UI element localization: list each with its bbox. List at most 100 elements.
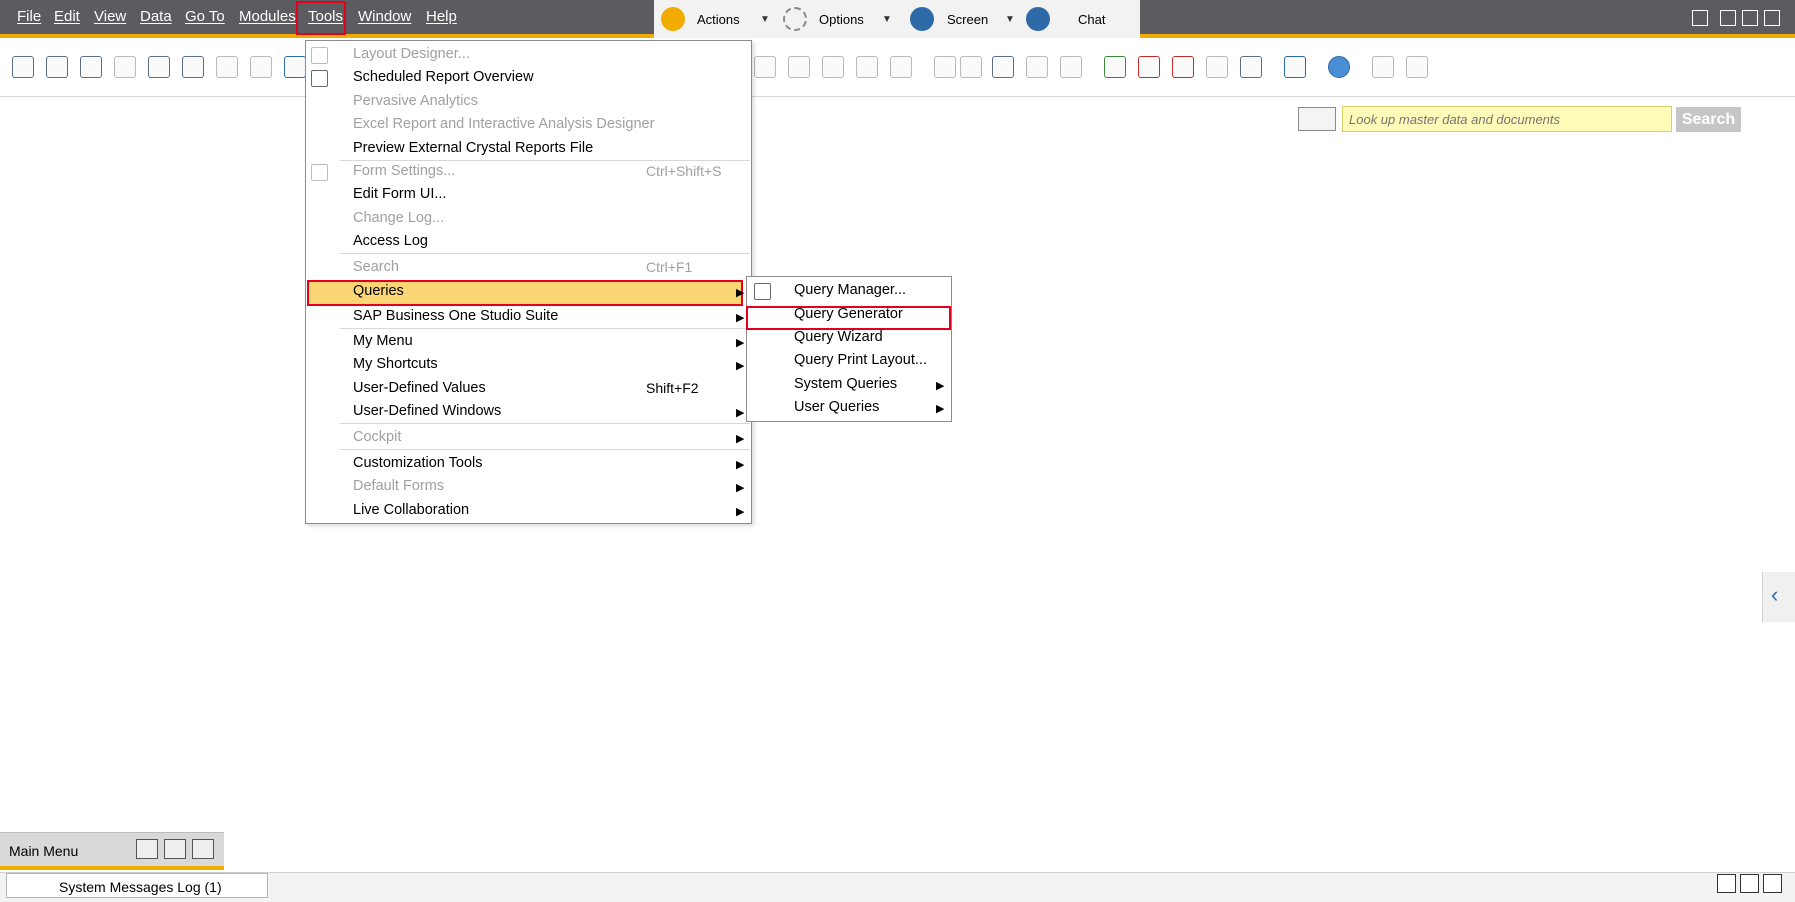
statusbar-restore-icon[interactable] bbox=[1717, 874, 1736, 893]
menu-item-pervasive-analytics[interactable]: Pervasive Analytics bbox=[353, 93, 478, 109]
main-menu-restore-icon[interactable] bbox=[136, 839, 158, 859]
actions-dropdown-caret-icon[interactable]: ▼ bbox=[760, 14, 770, 25]
submenu-item-query-print-layout[interactable]: Query Print Layout... bbox=[794, 352, 927, 368]
pdf-export-icon[interactable] bbox=[250, 56, 272, 78]
main-menu-title[interactable]: Main Menu bbox=[9, 843, 78, 859]
statusbar-maximize-icon[interactable] bbox=[1740, 874, 1759, 893]
menu-separator bbox=[340, 160, 750, 161]
sort-icon[interactable] bbox=[1692, 10, 1708, 26]
toolbar-icon-d[interactable] bbox=[856, 56, 878, 78]
submenu-arrow-icon: ▶ bbox=[736, 459, 745, 471]
menu-help[interactable]: Help bbox=[426, 8, 457, 25]
menu-item-form-settings[interactable]: Form Settings... bbox=[353, 163, 455, 179]
toolbar-icon-g[interactable] bbox=[1406, 56, 1428, 78]
menu-window[interactable]: Window bbox=[358, 8, 411, 25]
tools-highlight-box bbox=[296, 1, 346, 35]
organization-icon[interactable] bbox=[1206, 56, 1228, 78]
menu-item-customization-tools[interactable]: Customization Tools bbox=[353, 455, 483, 471]
menu-item-queries[interactable]: Queries bbox=[353, 283, 404, 299]
search-scope-dropdown[interactable] bbox=[1298, 107, 1336, 131]
side-panel-tab[interactable]: ‹ bbox=[1762, 572, 1795, 622]
comment-icon[interactable] bbox=[1026, 56, 1048, 78]
sms-icon[interactable] bbox=[114, 56, 136, 78]
checklist-icon[interactable] bbox=[1104, 56, 1126, 78]
submenu-item-query-manager[interactable]: Query Manager... bbox=[794, 282, 906, 298]
chat-label[interactable]: Chat bbox=[1078, 12, 1105, 27]
menu-item-cockpit[interactable]: Cockpit bbox=[353, 429, 401, 445]
menu-item-scheduled-report-overview[interactable]: Scheduled Report Overview bbox=[353, 69, 534, 85]
help-icon[interactable] bbox=[1328, 56, 1350, 78]
layout-designer-icon bbox=[311, 47, 328, 64]
submenu-arrow-icon: ▶ bbox=[736, 360, 745, 372]
menu-item-layout-designer[interactable]: Layout Designer... bbox=[353, 46, 470, 62]
document-settings-icon[interactable] bbox=[960, 56, 982, 78]
toolbar-icon-b[interactable] bbox=[788, 56, 810, 78]
submenu-item-query-wizard[interactable]: Query Wizard bbox=[794, 329, 883, 345]
search-input[interactable] bbox=[1342, 106, 1672, 132]
screen-dropdown-caret-icon[interactable]: ▼ bbox=[1005, 14, 1015, 25]
menu-item-my-shortcuts[interactable]: My Shortcuts bbox=[353, 356, 438, 372]
minimize-icon[interactable] bbox=[1720, 10, 1736, 26]
toolbar-icon-f[interactable] bbox=[1372, 56, 1394, 78]
menu-item-user-defined-windows[interactable]: User-Defined Windows bbox=[353, 403, 501, 419]
toolbar-icon-a[interactable] bbox=[754, 56, 776, 78]
comments-icon[interactable] bbox=[1060, 56, 1082, 78]
close-icon[interactable] bbox=[1764, 10, 1780, 26]
menu-separator bbox=[340, 328, 750, 329]
menu-item-user-defined-values[interactable]: User-Defined Values bbox=[353, 380, 486, 396]
system-messages-log-label[interactable]: System Messages Log (1) bbox=[59, 879, 222, 895]
menu-item-studio-suite[interactable]: SAP Business One Studio Suite bbox=[353, 308, 558, 324]
main-menu-maximize-icon[interactable] bbox=[164, 839, 186, 859]
menu-item-preview-crystal-reports[interactable]: Preview External Crystal Reports File bbox=[353, 140, 593, 156]
actions-label[interactable]: Actions bbox=[697, 12, 740, 27]
menu-file[interactable]: File bbox=[17, 8, 41, 25]
menu-item-search[interactable]: Search bbox=[353, 259, 399, 275]
menu-item-excel-report-designer[interactable]: Excel Report and Interactive Analysis De… bbox=[353, 116, 654, 132]
menu-item-my-menu[interactable]: My Menu bbox=[353, 333, 413, 349]
options-gear-icon[interactable] bbox=[783, 7, 807, 31]
menu-item-edit-form-ui[interactable]: Edit Form UI... bbox=[353, 186, 446, 202]
menu-data[interactable]: Data bbox=[140, 8, 172, 25]
toolbar-icon-e[interactable] bbox=[890, 56, 912, 78]
calendar-icon[interactable] bbox=[1172, 56, 1194, 78]
print-icon[interactable] bbox=[46, 56, 68, 78]
menu-separator bbox=[340, 253, 750, 254]
word-export-icon[interactable] bbox=[216, 56, 238, 78]
submenu-item-query-generator[interactable]: Query Generator bbox=[794, 306, 903, 322]
launch-icon[interactable] bbox=[284, 56, 306, 78]
menu-edit[interactable]: Edit bbox=[54, 8, 80, 25]
submenu-arrow-icon: ▶ bbox=[736, 506, 745, 518]
menu-item-change-log[interactable]: Change Log... bbox=[353, 210, 444, 226]
main-menu-close-icon[interactable] bbox=[192, 839, 214, 859]
submenu-arrow-icon: ▶ bbox=[736, 407, 745, 419]
pencil-icon[interactable] bbox=[934, 56, 956, 78]
screen-icon[interactable] bbox=[910, 7, 934, 31]
messages-icon[interactable] bbox=[1138, 56, 1160, 78]
email-icon[interactable] bbox=[80, 56, 102, 78]
menu-item-default-forms[interactable]: Default Forms bbox=[353, 478, 444, 494]
preview-icon[interactable] bbox=[12, 56, 34, 78]
web-icon[interactable] bbox=[1284, 56, 1306, 78]
menu-item-access-log[interactable]: Access Log bbox=[353, 233, 428, 249]
fax-icon[interactable] bbox=[148, 56, 170, 78]
search-button[interactable]: Search bbox=[1676, 107, 1741, 132]
toolbar-icon-c[interactable] bbox=[822, 56, 844, 78]
screen-label[interactable]: Screen bbox=[947, 12, 988, 27]
menu-go-to[interactable]: Go To bbox=[185, 8, 225, 25]
user-defined-values-shortcut: Shift+F2 bbox=[646, 380, 699, 396]
submenu-item-user-queries[interactable]: User Queries bbox=[794, 399, 879, 415]
excel-export-icon[interactable] bbox=[182, 56, 204, 78]
database-edit-icon[interactable] bbox=[992, 56, 1014, 78]
chat-icon[interactable] bbox=[1026, 7, 1050, 31]
user-icon[interactable] bbox=[1240, 56, 1262, 78]
submenu-item-system-queries[interactable]: System Queries bbox=[794, 376, 897, 392]
menu-view[interactable]: View bbox=[94, 8, 126, 25]
actions-icon[interactable] bbox=[661, 7, 685, 31]
menu-modules[interactable]: Modules bbox=[239, 8, 296, 25]
menu-item-live-collaboration[interactable]: Live Collaboration bbox=[353, 502, 469, 518]
submenu-arrow-icon: ▶ bbox=[736, 337, 745, 349]
options-label[interactable]: Options bbox=[819, 12, 864, 27]
options-dropdown-caret-icon[interactable]: ▼ bbox=[882, 14, 892, 25]
restore-icon[interactable] bbox=[1742, 10, 1758, 26]
statusbar-close-icon[interactable] bbox=[1763, 874, 1782, 893]
